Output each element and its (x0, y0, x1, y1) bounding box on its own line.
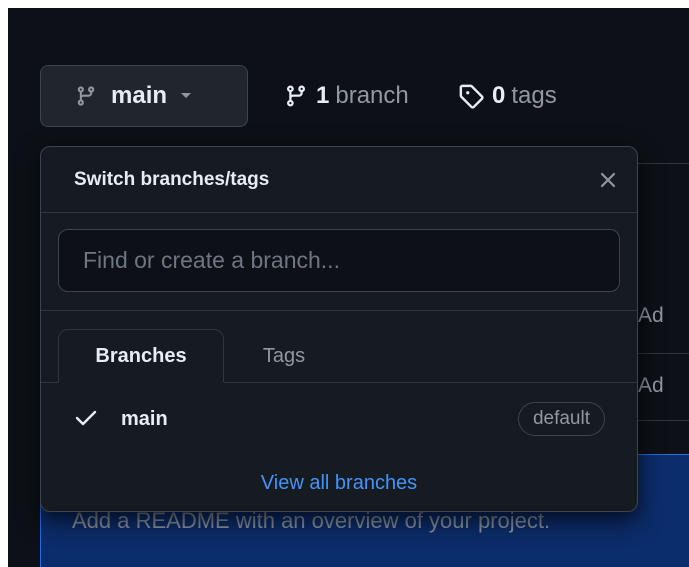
branches-label: branch (335, 82, 409, 109)
dropdown-title: Switch branches/tags (74, 168, 270, 190)
file-list-row-text: Ad (638, 304, 664, 327)
branch-selector-button[interactable]: main (40, 65, 248, 127)
tags-count-link[interactable]: 0 tags (458, 78, 557, 114)
tab-branches[interactable]: Branches (58, 329, 224, 383)
git-branch-icon (77, 86, 95, 106)
branch-filter-input[interactable] (58, 229, 620, 292)
caret-down-icon (181, 93, 192, 98)
branches-count-link[interactable]: 1 branch (284, 78, 409, 114)
default-badge: default (517, 402, 605, 436)
dropdown-header: Switch branches/tags (41, 147, 637, 213)
filter-section (41, 213, 637, 311)
branch-switcher-dropdown: Switch branches/tags Branches Tags main … (40, 146, 638, 512)
tab-bar: Branches Tags (41, 311, 637, 383)
check-icon (75, 410, 97, 426)
close-button[interactable] (595, 167, 621, 193)
git-branch-icon (286, 85, 305, 107)
close-icon (600, 172, 616, 188)
view-all-branches-link[interactable]: View all branches (41, 463, 637, 503)
tags-count: 0 (492, 82, 506, 109)
branch-list-item[interactable]: main default (41, 383, 637, 455)
tags-label: tags (511, 82, 557, 109)
file-list-row-text: Ad (638, 374, 664, 397)
tag-icon (459, 84, 484, 109)
tab-tags[interactable]: Tags (229, 329, 339, 383)
branch-selector-label: main (111, 82, 168, 109)
branch-name: main (121, 407, 168, 430)
branches-count: 1 (316, 82, 330, 109)
repo-page: main 1 branch 0 tags Ad Ad Add a README … (8, 8, 689, 567)
